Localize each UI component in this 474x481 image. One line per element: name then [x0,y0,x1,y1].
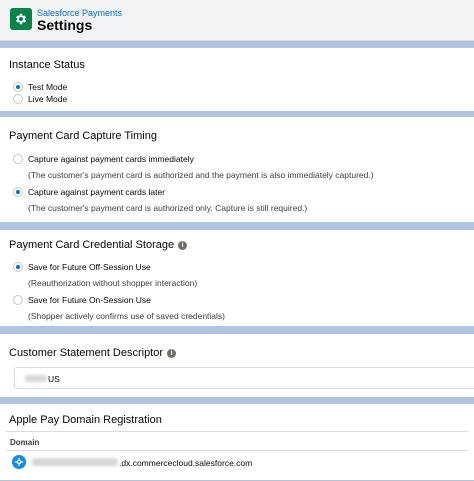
off-session-radio[interactable] [13,262,23,272]
on-session-label: Save for Future On-Session Use [28,295,151,305]
on-session-radio[interactable] [13,295,23,305]
info-icon[interactable]: i [178,241,188,250]
domain-value[interactable]: .dx.commercecloud.salesforce.com [119,458,252,468]
table-divider [6,431,468,432]
section-divider [0,397,474,404]
table-divider [6,450,468,451]
section-divider [0,41,474,48]
settings-gear-icon [10,8,32,30]
apple-pay-section: Apple Pay Domain Registration Domain .dx… [0,404,474,480]
off-session-label: Save for Future Off-Session Use [28,262,151,272]
page-header: Salesforce Payments Settings [0,0,474,41]
section-divider [0,222,474,230]
capture-immediately-label: Capture against payment cards immediatel… [28,154,194,164]
section-title-text: Customer Statement Descriptor [9,347,164,359]
redacted-text [32,458,118,466]
statement-descriptor-value: US [48,374,60,384]
instance-status-section: Instance Status Test Mode Live Mode [0,48,474,111]
section-title-text: Payment Card Credential Storage [9,239,175,251]
credential-storage-section: Payment Card Credential Storage i Save fo… [0,230,474,326]
section-title: Customer Statement Descriptor i [9,347,177,359]
section-title: Payment Card Credential Storage i [9,239,188,251]
capture-timing-section: Payment Card Capture Timing Capture agai… [0,117,474,222]
section-title: Apple Pay Domain Registration [9,414,162,426]
capture-immediately-radio[interactable] [13,154,23,164]
test-mode-radio[interactable] [13,82,23,92]
off-session-help: (Reauthorization without shopper interac… [28,278,198,288]
section-divider [0,326,474,334]
live-mode-radio[interactable] [13,94,23,104]
section-title: Payment Card Capture Timing [9,130,157,142]
capture-later-help: (The customer's payment card is authoriz… [28,203,308,213]
redacted-text [25,375,47,382]
globe-icon [12,455,26,469]
live-mode-label: Live Mode [28,94,68,104]
info-icon[interactable]: i [167,349,177,358]
domain-column-header: Domain [10,438,40,447]
capture-immediately-help: (The customer's payment card is authoriz… [28,170,374,180]
section-title: Instance Status [9,59,85,71]
capture-later-label: Capture against payment cards later [28,187,166,197]
statement-descriptor-input[interactable] [14,367,474,389]
page-title: Settings [37,17,93,33]
on-session-help: (Shopper actively confirms use of saved … [28,311,226,321]
test-mode-label: Test Mode [28,82,68,92]
capture-later-radio[interactable] [13,187,23,197]
statement-descriptor-section: Customer Statement Descriptor i US [0,334,474,397]
